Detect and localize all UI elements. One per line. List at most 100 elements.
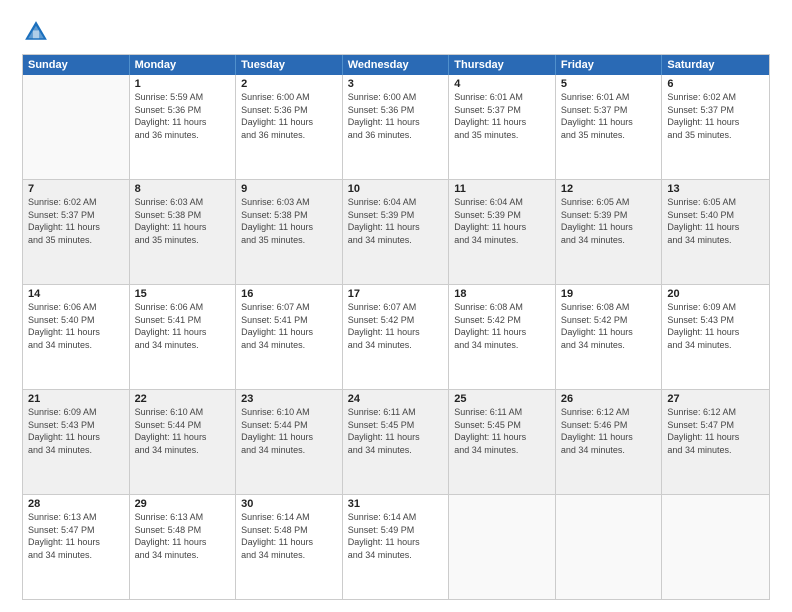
- calendar-cell: 11Sunrise: 6:04 AM Sunset: 5:39 PM Dayli…: [449, 180, 556, 284]
- day-number: 22: [135, 393, 231, 405]
- calendar-cell: 29Sunrise: 6:13 AM Sunset: 5:48 PM Dayli…: [130, 495, 237, 599]
- calendar-week-4: 21Sunrise: 6:09 AM Sunset: 5:43 PM Dayli…: [23, 389, 769, 494]
- day-number: 16: [241, 288, 337, 300]
- day-number: 3: [348, 78, 444, 90]
- day-info: Sunrise: 6:02 AM Sunset: 5:37 PM Dayligh…: [667, 91, 764, 141]
- day-info: Sunrise: 6:00 AM Sunset: 5:36 PM Dayligh…: [348, 91, 444, 141]
- day-info: Sunrise: 6:06 AM Sunset: 5:40 PM Dayligh…: [28, 301, 124, 351]
- day-number: 26: [561, 393, 657, 405]
- calendar-week-2: 7Sunrise: 6:02 AM Sunset: 5:37 PM Daylig…: [23, 179, 769, 284]
- day-number: 24: [348, 393, 444, 405]
- header-day-thursday: Thursday: [449, 55, 556, 75]
- day-number: 4: [454, 78, 550, 90]
- day-number: 2: [241, 78, 337, 90]
- calendar-cell: 6Sunrise: 6:02 AM Sunset: 5:37 PM Daylig…: [662, 75, 769, 179]
- calendar-cell: 9Sunrise: 6:03 AM Sunset: 5:38 PM Daylig…: [236, 180, 343, 284]
- header-day-saturday: Saturday: [662, 55, 769, 75]
- calendar-cell: 31Sunrise: 6:14 AM Sunset: 5:49 PM Dayli…: [343, 495, 450, 599]
- day-number: 13: [667, 183, 764, 195]
- day-number: 18: [454, 288, 550, 300]
- day-number: 19: [561, 288, 657, 300]
- calendar-week-5: 28Sunrise: 6:13 AM Sunset: 5:47 PM Dayli…: [23, 494, 769, 599]
- day-number: 28: [28, 498, 124, 510]
- calendar-cell: 5Sunrise: 6:01 AM Sunset: 5:37 PM Daylig…: [556, 75, 663, 179]
- calendar-cell: 18Sunrise: 6:08 AM Sunset: 5:42 PM Dayli…: [449, 285, 556, 389]
- day-number: 14: [28, 288, 124, 300]
- day-info: Sunrise: 6:07 AM Sunset: 5:41 PM Dayligh…: [241, 301, 337, 351]
- calendar-cell: 25Sunrise: 6:11 AM Sunset: 5:45 PM Dayli…: [449, 390, 556, 494]
- day-info: Sunrise: 6:01 AM Sunset: 5:37 PM Dayligh…: [561, 91, 657, 141]
- calendar-body: 1Sunrise: 5:59 AM Sunset: 5:36 PM Daylig…: [23, 75, 769, 599]
- header: [22, 18, 770, 46]
- day-info: Sunrise: 6:05 AM Sunset: 5:39 PM Dayligh…: [561, 196, 657, 246]
- calendar-cell: 27Sunrise: 6:12 AM Sunset: 5:47 PM Dayli…: [662, 390, 769, 494]
- day-number: 5: [561, 78, 657, 90]
- calendar-cell: 26Sunrise: 6:12 AM Sunset: 5:46 PM Dayli…: [556, 390, 663, 494]
- day-number: 15: [135, 288, 231, 300]
- day-info: Sunrise: 5:59 AM Sunset: 5:36 PM Dayligh…: [135, 91, 231, 141]
- day-number: 9: [241, 183, 337, 195]
- calendar-cell: 8Sunrise: 6:03 AM Sunset: 5:38 PM Daylig…: [130, 180, 237, 284]
- day-number: 11: [454, 183, 550, 195]
- calendar-cell: 16Sunrise: 6:07 AM Sunset: 5:41 PM Dayli…: [236, 285, 343, 389]
- day-number: 20: [667, 288, 764, 300]
- header-day-sunday: Sunday: [23, 55, 130, 75]
- day-info: Sunrise: 6:02 AM Sunset: 5:37 PM Dayligh…: [28, 196, 124, 246]
- day-info: Sunrise: 6:08 AM Sunset: 5:42 PM Dayligh…: [561, 301, 657, 351]
- day-number: 21: [28, 393, 124, 405]
- day-info: Sunrise: 6:04 AM Sunset: 5:39 PM Dayligh…: [348, 196, 444, 246]
- calendar-cell: 2Sunrise: 6:00 AM Sunset: 5:36 PM Daylig…: [236, 75, 343, 179]
- day-info: Sunrise: 6:09 AM Sunset: 5:43 PM Dayligh…: [28, 406, 124, 456]
- calendar-cell: [449, 495, 556, 599]
- day-info: Sunrise: 6:13 AM Sunset: 5:48 PM Dayligh…: [135, 511, 231, 561]
- calendar-week-3: 14Sunrise: 6:06 AM Sunset: 5:40 PM Dayli…: [23, 284, 769, 389]
- day-info: Sunrise: 6:12 AM Sunset: 5:46 PM Dayligh…: [561, 406, 657, 456]
- day-info: Sunrise: 6:08 AM Sunset: 5:42 PM Dayligh…: [454, 301, 550, 351]
- calendar-cell: 23Sunrise: 6:10 AM Sunset: 5:44 PM Dayli…: [236, 390, 343, 494]
- calendar-week-1: 1Sunrise: 5:59 AM Sunset: 5:36 PM Daylig…: [23, 75, 769, 179]
- day-info: Sunrise: 6:03 AM Sunset: 5:38 PM Dayligh…: [135, 196, 231, 246]
- day-info: Sunrise: 6:10 AM Sunset: 5:44 PM Dayligh…: [135, 406, 231, 456]
- calendar-cell: 15Sunrise: 6:06 AM Sunset: 5:41 PM Dayli…: [130, 285, 237, 389]
- calendar-cell: 19Sunrise: 6:08 AM Sunset: 5:42 PM Dayli…: [556, 285, 663, 389]
- calendar-cell: 17Sunrise: 6:07 AM Sunset: 5:42 PM Dayli…: [343, 285, 450, 389]
- day-info: Sunrise: 6:11 AM Sunset: 5:45 PM Dayligh…: [454, 406, 550, 456]
- day-number: 17: [348, 288, 444, 300]
- day-info: Sunrise: 6:00 AM Sunset: 5:36 PM Dayligh…: [241, 91, 337, 141]
- day-number: 30: [241, 498, 337, 510]
- calendar-cell: 28Sunrise: 6:13 AM Sunset: 5:47 PM Dayli…: [23, 495, 130, 599]
- day-number: 25: [454, 393, 550, 405]
- header-day-tuesday: Tuesday: [236, 55, 343, 75]
- day-info: Sunrise: 6:14 AM Sunset: 5:48 PM Dayligh…: [241, 511, 337, 561]
- calendar-cell: 4Sunrise: 6:01 AM Sunset: 5:37 PM Daylig…: [449, 75, 556, 179]
- page: SundayMondayTuesdayWednesdayThursdayFrid…: [0, 0, 792, 612]
- day-number: 27: [667, 393, 764, 405]
- calendar-cell: 7Sunrise: 6:02 AM Sunset: 5:37 PM Daylig…: [23, 180, 130, 284]
- calendar-cell: 10Sunrise: 6:04 AM Sunset: 5:39 PM Dayli…: [343, 180, 450, 284]
- day-number: 12: [561, 183, 657, 195]
- day-number: 29: [135, 498, 231, 510]
- day-number: 23: [241, 393, 337, 405]
- day-info: Sunrise: 6:09 AM Sunset: 5:43 PM Dayligh…: [667, 301, 764, 351]
- header-day-monday: Monday: [130, 55, 237, 75]
- calendar-cell: 3Sunrise: 6:00 AM Sunset: 5:36 PM Daylig…: [343, 75, 450, 179]
- day-info: Sunrise: 6:12 AM Sunset: 5:47 PM Dayligh…: [667, 406, 764, 456]
- calendar-cell: [556, 495, 663, 599]
- calendar-cell: 30Sunrise: 6:14 AM Sunset: 5:48 PM Dayli…: [236, 495, 343, 599]
- calendar: SundayMondayTuesdayWednesdayThursdayFrid…: [22, 54, 770, 600]
- day-info: Sunrise: 6:10 AM Sunset: 5:44 PM Dayligh…: [241, 406, 337, 456]
- calendar-cell: 14Sunrise: 6:06 AM Sunset: 5:40 PM Dayli…: [23, 285, 130, 389]
- day-number: 6: [667, 78, 764, 90]
- calendar-header: SundayMondayTuesdayWednesdayThursdayFrid…: [23, 55, 769, 75]
- calendar-cell: 20Sunrise: 6:09 AM Sunset: 5:43 PM Dayli…: [662, 285, 769, 389]
- day-info: Sunrise: 6:05 AM Sunset: 5:40 PM Dayligh…: [667, 196, 764, 246]
- day-number: 10: [348, 183, 444, 195]
- day-info: Sunrise: 6:06 AM Sunset: 5:41 PM Dayligh…: [135, 301, 231, 351]
- day-info: Sunrise: 6:13 AM Sunset: 5:47 PM Dayligh…: [28, 511, 124, 561]
- calendar-cell: 21Sunrise: 6:09 AM Sunset: 5:43 PM Dayli…: [23, 390, 130, 494]
- calendar-cell: 22Sunrise: 6:10 AM Sunset: 5:44 PM Dayli…: [130, 390, 237, 494]
- day-info: Sunrise: 6:03 AM Sunset: 5:38 PM Dayligh…: [241, 196, 337, 246]
- calendar-cell: [662, 495, 769, 599]
- day-number: 8: [135, 183, 231, 195]
- day-number: 7: [28, 183, 124, 195]
